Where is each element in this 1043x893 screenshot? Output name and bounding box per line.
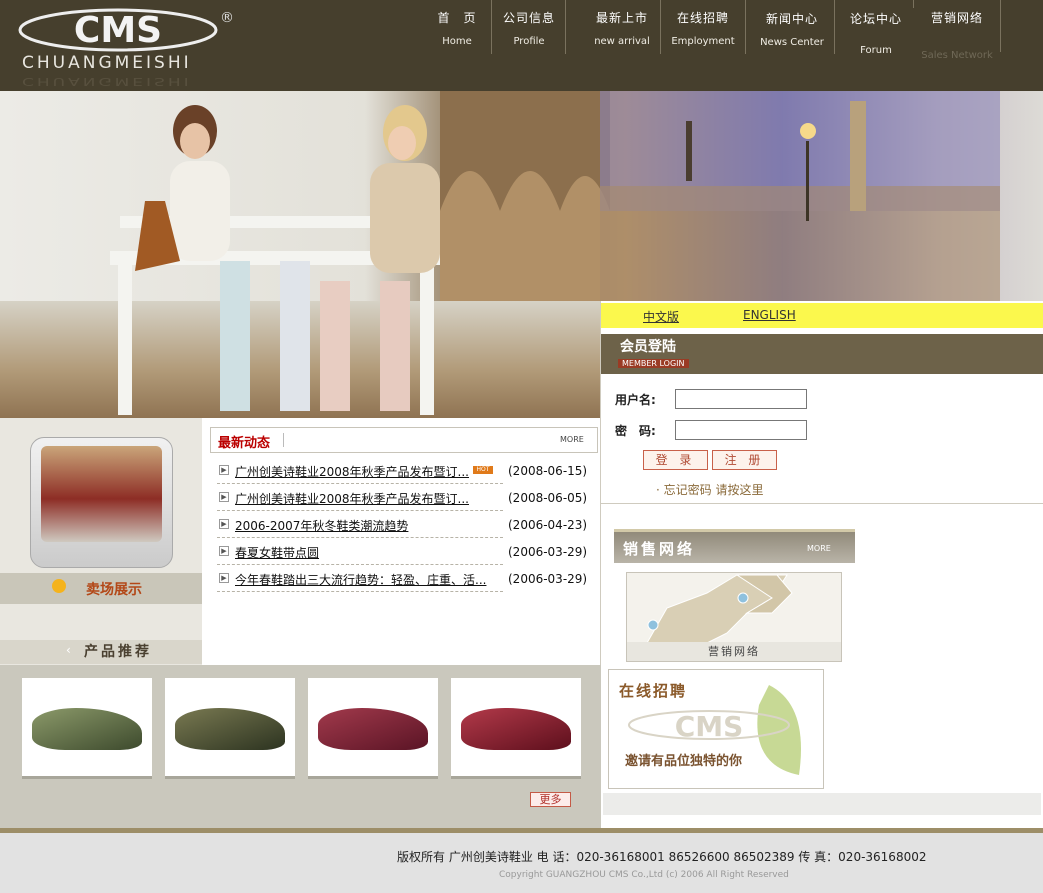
lang-english-link[interactable]: ENGLISH: [743, 308, 796, 322]
sales-network-title: 销售网络: [623, 540, 696, 558]
red-patent-shoe-icon: [461, 708, 571, 750]
nav-divider: [660, 0, 661, 54]
product-card[interactable]: [308, 678, 438, 776]
olive-flat-shoe-icon: [175, 708, 285, 750]
product-card[interactable]: [22, 678, 152, 776]
news-item: ▶ 春夏女鞋带点圆: [217, 539, 503, 565]
forgot-password-link[interactable]: · 忘记密码 请按这里: [656, 481, 763, 498]
divider: [601, 503, 1043, 504]
news-date: (2006-03-29): [508, 545, 588, 559]
jobs-title: 在线招聘: [619, 682, 688, 700]
sales-network-header[interactable]: 销售网络 MORE: [614, 529, 855, 563]
username-input[interactable]: [675, 389, 807, 409]
nav-home[interactable]: 首 页 Home: [424, 0, 490, 54]
hot-badge: HOT: [473, 466, 493, 474]
product-recommend-bar: ‹ 产品推荐: [0, 640, 202, 664]
nav-divider: [491, 0, 492, 54]
product-card[interactable]: [165, 678, 295, 776]
member-login-title: 会员登陆: [620, 339, 676, 355]
member-login-header: 会员登陆 MEMBER LOGIN: [601, 334, 1043, 374]
chevron-left-icon: ‹: [66, 643, 71, 657]
password-input[interactable]: [675, 420, 807, 440]
news-link[interactable]: 广州创美诗鞋业2008年秋季产品发布暨订...: [235, 490, 469, 507]
register-button[interactable]: 注 册: [712, 450, 777, 470]
footer: 版权所有 广州创美诗鞋业 电 话：020-36168001 86526600 8…: [0, 833, 1043, 893]
nav-divider: [565, 0, 566, 54]
sales-map[interactable]: 营销网络: [626, 572, 842, 662]
nav-divider: [913, 0, 914, 8]
news-link[interactable]: 春夏女鞋带点圆: [235, 544, 319, 561]
bullet-arrow-icon: ▶: [219, 519, 229, 529]
nav-divider: [745, 0, 746, 54]
news-item: ▶ 今年春鞋踏出三大流行趋势：轻盈、庄重、活...: [217, 566, 503, 592]
showroom-icon: [52, 579, 66, 593]
language-bar: 中文版 ENGLISH: [601, 303, 1043, 328]
footer-english: Copyright GUANGZHOU CMS Co.,Ltd (c) 2006…: [499, 870, 789, 880]
bullet-arrow-icon: ▶: [219, 492, 229, 502]
news-item: ▶ 广州创美诗鞋业2008年秋季产品发布暨订...: [217, 458, 503, 484]
product-card[interactable]: [451, 678, 581, 776]
showroom-photo: [41, 446, 162, 542]
product-recommend-label: 产品推荐: [84, 644, 152, 660]
right-bottom-strip: [603, 793, 1041, 815]
nav-employment[interactable]: 在线招聘 Employment: [664, 0, 742, 54]
models-illustration-icon: [110, 105, 440, 415]
burgundy-mary-jane-icon: [318, 708, 428, 750]
green-heel-shoe-icon: [32, 708, 142, 750]
footer-copyright: 版权所有 广州创美诗鞋业 电 话：020-36168001 86526600 8…: [397, 850, 927, 864]
bullet-arrow-icon: ▶: [219, 546, 229, 556]
brand-name: CHUANGMEISHI: [22, 53, 192, 73]
nav-profile[interactable]: 公司信息 Profile: [494, 0, 564, 54]
news-item: ▶ 广州创美诗鞋业2008年秋季产品发布暨订...: [217, 485, 503, 511]
bullet-arrow-icon: ▶: [219, 573, 229, 583]
news-title-divider: [283, 433, 284, 447]
news-title: 最新动态: [218, 436, 271, 451]
news-link[interactable]: 今年春鞋踏出三大流行趋势：轻盈、庄重、活...: [235, 571, 486, 588]
nav-new-arrival[interactable]: 最新上市 new arrival: [586, 0, 658, 54]
news-header: 最新动态 MORE: [210, 427, 598, 453]
cms-logo-icon[interactable]: CMS: [18, 8, 218, 52]
news-link[interactable]: 2006-2007年秋冬鞋类潮流趋势: [235, 517, 408, 534]
nav-divider: [1000, 0, 1001, 52]
showroom-tv-frame[interactable]: [30, 437, 173, 568]
nav-divider: [834, 0, 835, 54]
showroom-label: 卖场展示: [86, 582, 142, 598]
showroom-bar[interactable]: 卖场展示: [0, 573, 202, 604]
news-item: ▶ 2006-2007年秋冬鞋类潮流趋势: [217, 512, 503, 538]
lang-chinese-link[interactable]: 中文版: [643, 308, 679, 325]
brand-name-reflection: CHUANGMEISHI: [22, 75, 192, 87]
login-button[interactable]: 登 录: [643, 450, 708, 470]
china-map-icon: [646, 574, 793, 643]
jobs-slogan: 邀请有品位独特的你: [625, 754, 743, 769]
member-login-subtitle: MEMBER LOGIN: [618, 359, 689, 368]
news-date: (2006-03-29): [508, 572, 588, 586]
password-label: 密 码:: [615, 424, 656, 438]
bullet-arrow-icon: ▶: [219, 465, 229, 475]
username-label: 用户名:: [615, 393, 656, 407]
news-date: (2008-06-15): [508, 464, 588, 478]
logo-text: CMS: [74, 10, 162, 51]
cms-logo-icon: CMS: [628, 710, 790, 742]
map-caption: 营销网络: [627, 642, 841, 661]
nav-news-center[interactable]: 新闻中心 News Center: [752, 0, 832, 54]
more-products-button[interactable]: 更多: [530, 792, 571, 807]
news-more-link[interactable]: MORE: [560, 435, 584, 444]
news-date: (2006-04-23): [508, 518, 588, 532]
site-header: CMS ® CHUANGMEISHI CHUANGMEISHI 首 页 Home…: [0, 0, 1043, 91]
news-link[interactable]: 广州创美诗鞋业2008年秋季产品发布暨订...: [235, 463, 469, 480]
online-jobs-banner[interactable]: 在线招聘 CMS 邀请有品位独特的你: [608, 669, 824, 789]
nav-forum[interactable]: 论坛中心 Forum: [840, 0, 912, 70]
sales-more-link[interactable]: MORE: [807, 544, 831, 553]
svg-text:CMS: CMS: [675, 710, 744, 742]
news-date: (2008-06-05): [508, 491, 588, 505]
nav-sales-network[interactable]: 营销网络 Sales Network: [915, 0, 999, 80]
registered-mark: ®: [220, 10, 234, 26]
